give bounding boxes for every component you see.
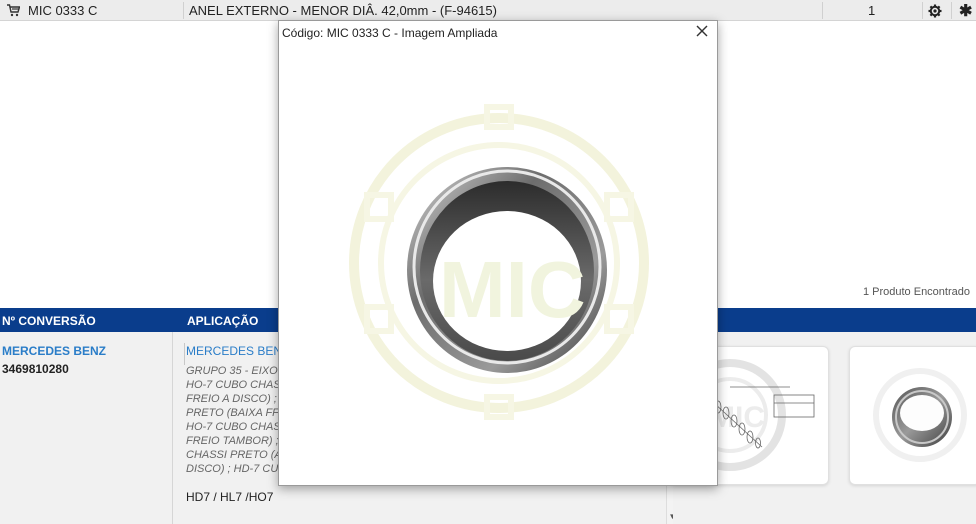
results-count: 1 Produto Encontrado	[862, 286, 970, 298]
cart-icon[interactable]	[7, 4, 20, 17]
product-row[interactable]: MIC 0333 C ANEL EXTERNO - MENOR DIÂ. 42,…	[0, 0, 976, 21]
asterisk-icon[interactable]: ✱	[959, 1, 972, 21]
product-code: MIC 0333 C	[28, 3, 98, 18]
application-models: HD7 / HL7 /HO7	[186, 490, 274, 504]
conversion-manufacturer[interactable]: MERCEDES BENZ	[2, 344, 106, 358]
conversion-panel: MERCEDES BENZ 3469810280	[0, 332, 173, 524]
divider	[184, 343, 185, 365]
bearing-ring-thumbnail-image	[873, 368, 967, 462]
application-header: APLICAÇÃO	[187, 314, 259, 328]
product-quantity: 1	[868, 3, 876, 18]
column-divider	[922, 2, 923, 19]
gear-icon[interactable]	[928, 4, 942, 18]
image-modal: Código: MIC 0333 C - Imagem Ampliada MIC	[278, 20, 718, 486]
column-divider	[951, 2, 952, 19]
enlarged-product-image: MIC MIC	[349, 104, 649, 420]
watermark-text: MIC	[710, 401, 765, 434]
product-thumbnail[interactable]	[849, 346, 976, 485]
watermark-text: MIC	[439, 245, 586, 334]
conversion-reference: 3469810280	[2, 362, 69, 376]
thumbnail-area: MIC	[669, 332, 976, 524]
close-icon[interactable]	[695, 24, 709, 38]
application-manufacturer[interactable]: MERCEDES BEN	[186, 344, 282, 358]
column-divider	[183, 2, 184, 19]
column-divider	[822, 2, 823, 19]
modal-title: Código: MIC 0333 C - Imagem Ampliada	[282, 26, 498, 40]
conversion-header: Nº CONVERSÃO	[2, 314, 96, 328]
product-description: ANEL EXTERNO - MENOR DIÂ. 42,0mm - (F-94…	[189, 3, 497, 18]
